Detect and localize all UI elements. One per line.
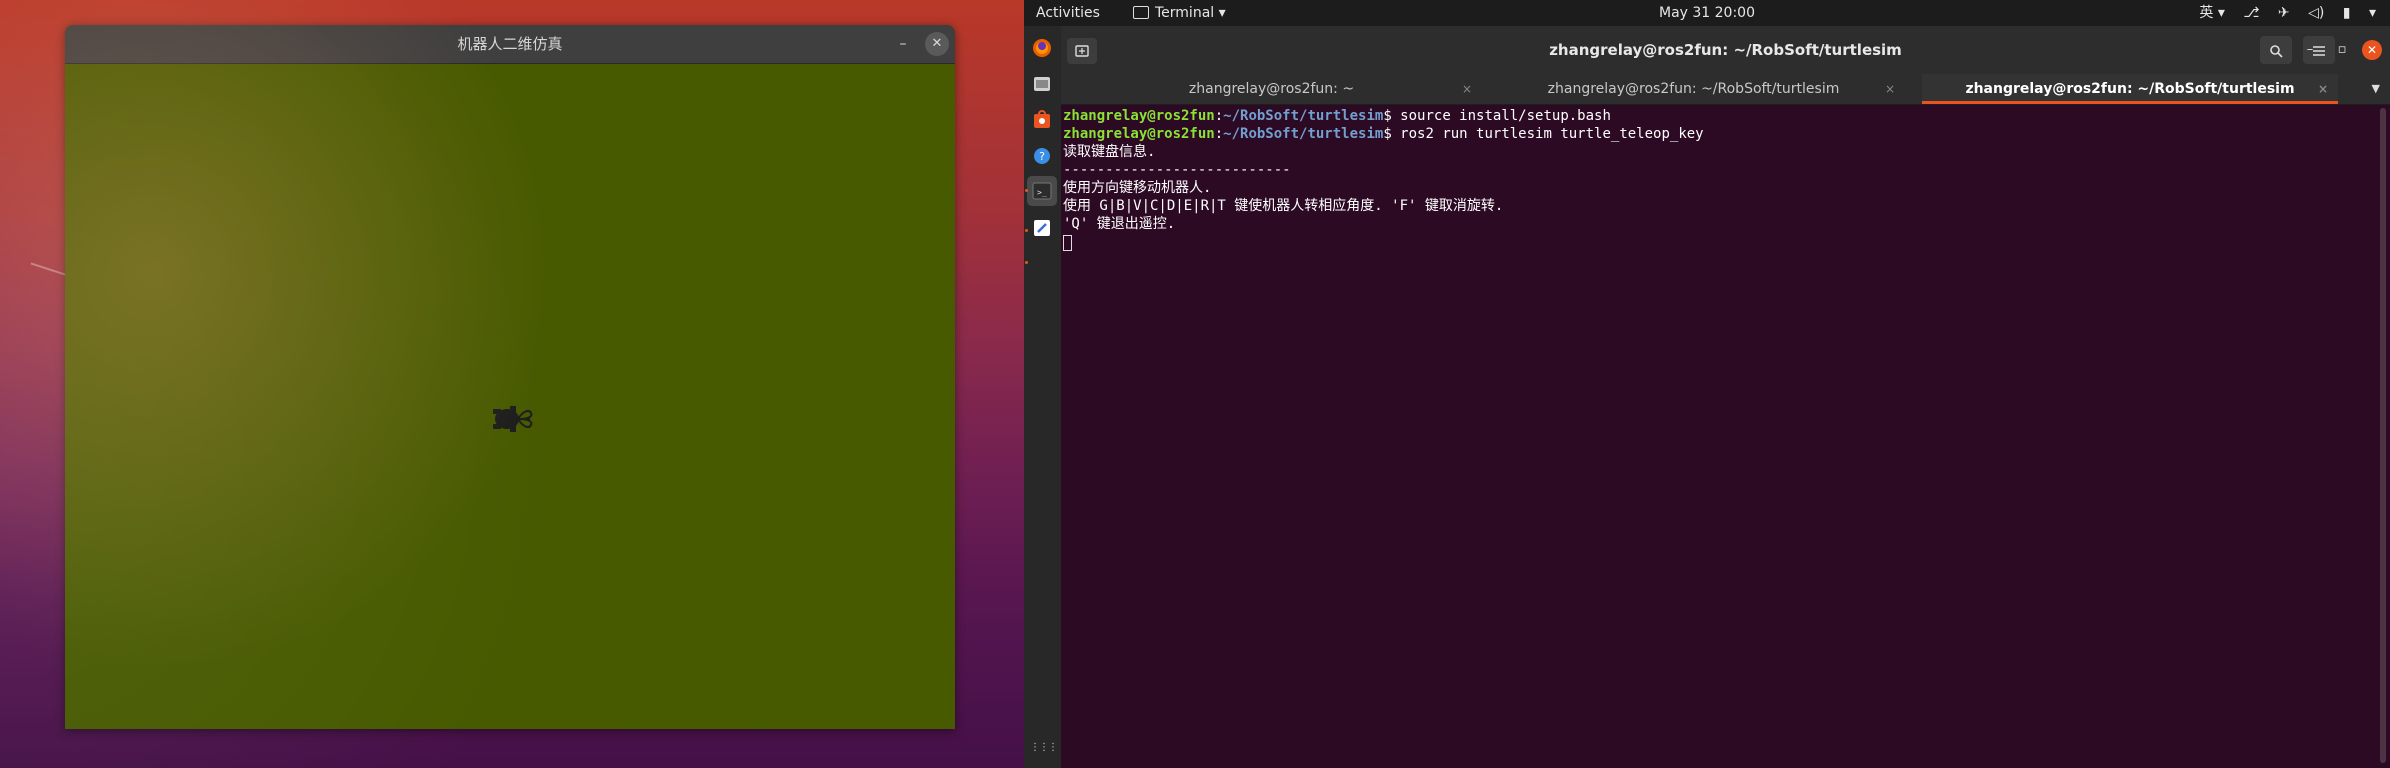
terminal-window[interactable]: zhangrelay@ros2fun: ~/RobSoft/turtlesim … (1061, 26, 2390, 768)
running-indicator (1025, 261, 1028, 264)
software-icon[interactable] (1030, 108, 1054, 132)
tab-label: zhangrelay@ros2fun: ~ (1188, 81, 1355, 97)
editor-icon[interactable] (1030, 216, 1054, 240)
search-icon (2270, 44, 2283, 58)
output-line: 读取键盘信息. (1063, 144, 1156, 160)
dock: ? >_ ⋮⋮⋮ (1024, 26, 1061, 768)
network-icon[interactable]: ⎇ (2243, 5, 2259, 21)
ubuntu-desktop-right: Activities Terminal ▾ May 31 20:00 英 ▾ ⎇… (1024, 0, 2390, 768)
output-line: 使用方向键移动机器人. (1063, 180, 1212, 196)
close-window-button[interactable]: ✕ (2362, 40, 2382, 60)
turtlesim-window[interactable]: 机器人二维仿真 – ✕ (65, 25, 955, 729)
svg-text:>_: >_ (1037, 188, 1047, 197)
terminal-window-title: zhangrelay@ros2fun: ~/RobSoft/turtlesim (1549, 41, 1902, 59)
tabs-menu-arrow-icon[interactable]: ▼ (2372, 74, 2380, 104)
tab-label: zhangrelay@ros2fun: ~/RobSoft/turtlesim (1547, 81, 1840, 97)
terminal-cursor (1063, 235, 1072, 251)
desktop-wallpaper: 机器人二维仿真 – ✕ (0, 0, 1024, 768)
turtlesim-window-title: 机器人二维仿真 (457, 35, 563, 53)
tab-turtlesim-1[interactable]: zhangrelay@ros2fun: ~/RobSoft/turtlesim … (1482, 74, 1905, 104)
command-line: zhangrelay@ros2fun:~/RobSoft/turtlesim$ … (1063, 108, 1611, 124)
output-line: 使用 G|B|V|C|D|E|R|T 键使机器人转相应角度. 'F' 键取消旋转… (1063, 198, 1504, 214)
system-tray[interactable]: 英 ▾ ⎇ ✈ ◁) ▮ ▾ (2185, 0, 2376, 26)
turtlesim-titlebar[interactable]: 机器人二维仿真 – ✕ (65, 25, 955, 64)
command-line: zhangrelay@ros2fun:~/RobSoft/turtlesim$ … (1063, 126, 1704, 142)
close-button[interactable]: ✕ (925, 32, 949, 56)
wallpaper-streak (30, 262, 66, 276)
volume-icon[interactable]: ◁) (2308, 5, 2324, 21)
output-line: --------------------------- (1063, 162, 1291, 178)
files-icon[interactable] (1030, 72, 1054, 96)
minimize-window-button[interactable]: – (2300, 40, 2320, 60)
running-indicator (1025, 189, 1028, 192)
tab-close-icon[interactable]: × (1885, 74, 1895, 104)
tab-turtlesim-2-active[interactable]: zhangrelay@ros2fun: ~/RobSoft/turtlesim … (1922, 74, 2338, 104)
help-icon[interactable]: ? (1030, 144, 1054, 168)
minimize-button[interactable]: – (891, 32, 915, 56)
airplane-icon[interactable]: ✈ (2278, 5, 2290, 21)
running-indicator (1025, 229, 1028, 232)
search-button[interactable] (2260, 36, 2292, 64)
tab-home[interactable]: zhangrelay@ros2fun: ~ × (1061, 74, 1482, 104)
svg-text:?: ? (1039, 150, 1045, 163)
turtlesim-canvas (65, 64, 955, 729)
terminal-icon[interactable]: >_ (1027, 176, 1057, 206)
firefox-icon[interactable] (1030, 36, 1054, 60)
tab-close-icon[interactable]: × (2318, 74, 2328, 104)
turtle-icon (493, 406, 533, 432)
tab-label: zhangrelay@ros2fun: ~/RobSoft/turtlesim (1965, 81, 2295, 97)
maximize-window-button[interactable]: ▫ (2332, 40, 2352, 60)
scrollbar[interactable] (2380, 108, 2386, 763)
tab-bar: zhangrelay@ros2fun: ~ × zhangrelay@ros2f… (1061, 74, 2390, 105)
output-line: 'Q' 键退出遥控. (1063, 216, 1176, 232)
show-applications-icon[interactable]: ⋮⋮⋮ (1030, 736, 1058, 760)
tab-close-icon[interactable]: × (1462, 74, 1472, 104)
menu-arrow-icon[interactable]: ▾ (2369, 5, 2376, 21)
terminal-headerbar[interactable]: zhangrelay@ros2fun: ~/RobSoft/turtlesim … (1061, 26, 2390, 74)
terminal-output[interactable]: zhangrelay@ros2fun:~/RobSoft/turtlesim$ … (1061, 105, 2376, 768)
battery-icon[interactable]: ▮ (2343, 5, 2351, 21)
top-bar: Activities Terminal ▾ May 31 20:00 英 ▾ ⎇… (1024, 0, 2390, 26)
input-method-indicator[interactable]: 英 ▾ (2199, 5, 2224, 21)
